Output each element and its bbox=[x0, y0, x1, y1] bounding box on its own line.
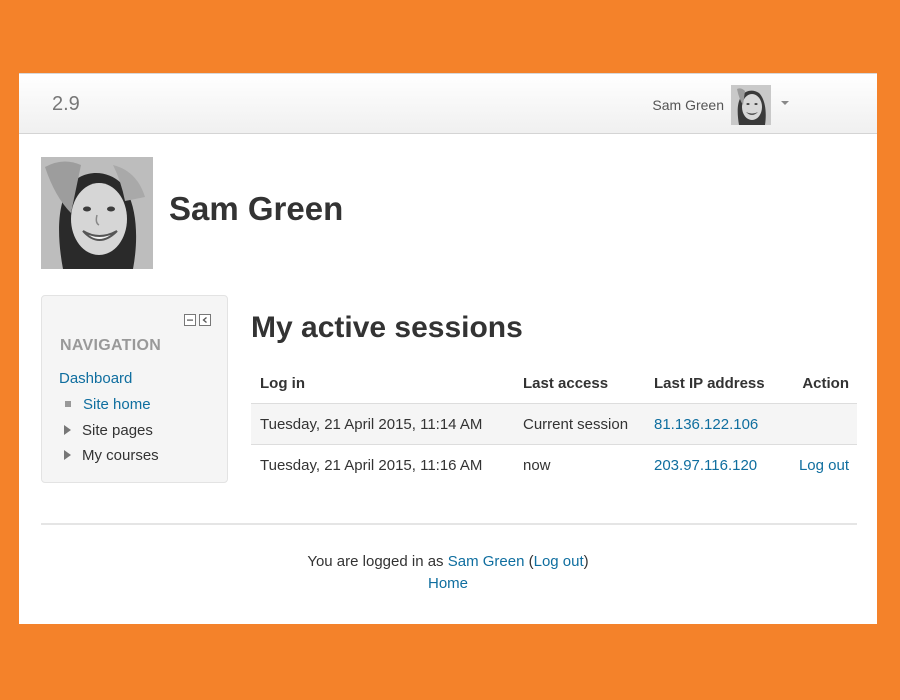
home-link-row: Home bbox=[19, 573, 877, 595]
moodle-page: 2.9 Sam Green Sam Green NAVIGATION Dashb… bbox=[19, 73, 877, 624]
nav-item-site-home[interactable]: Site home bbox=[64, 394, 151, 414]
cell-ip: 203.97.116.120 bbox=[645, 444, 787, 485]
column-header-last-access: Last access bbox=[514, 363, 645, 404]
block-title: NAVIGATION bbox=[60, 337, 162, 354]
chevron-down-icon[interactable] bbox=[781, 101, 789, 105]
cell-last-access: now bbox=[514, 444, 645, 485]
collapse-block-icon[interactable] bbox=[184, 314, 196, 326]
user-avatar[interactable] bbox=[731, 85, 771, 125]
footer-divider bbox=[41, 523, 857, 525]
expand-arrow-icon[interactable] bbox=[64, 450, 71, 460]
navigation-block: NAVIGATION Dashboard Site home Site page… bbox=[41, 295, 228, 483]
page-footer: You are logged in as Sam Green (Log out)… bbox=[19, 551, 877, 595]
section-title: My active sessions bbox=[251, 311, 523, 344]
sessions-table: Log in Last access Last IP address Actio… bbox=[251, 363, 857, 485]
cell-login: Tuesday, 21 April 2015, 11:16 AM bbox=[251, 444, 514, 485]
cell-last-access: Current session bbox=[514, 403, 645, 445]
nav-dashboard-link[interactable]: Dashboard bbox=[59, 370, 132, 387]
block-controls bbox=[184, 314, 211, 326]
cell-login: Tuesday, 21 April 2015, 11:14 AM bbox=[251, 403, 514, 445]
table-row: Tuesday, 21 April 2015, 11:16 AM now 203… bbox=[251, 444, 857, 485]
column-header-action: Action bbox=[787, 363, 857, 404]
expand-arrow-icon[interactable] bbox=[64, 425, 71, 435]
profile-picture bbox=[41, 157, 153, 269]
logout-session-link[interactable]: Log out bbox=[799, 457, 849, 474]
cell-ip: 81.136.122.106 bbox=[645, 403, 787, 445]
page-title: Sam Green bbox=[169, 190, 344, 227]
table-row: Tuesday, 21 April 2015, 11:14 AM Current… bbox=[251, 403, 857, 445]
close-paren: ) bbox=[583, 553, 589, 570]
cell-action: Log out bbox=[787, 444, 857, 485]
login-info-prefix: You are logged in as bbox=[307, 553, 444, 570]
footer-user-link[interactable]: Sam Green bbox=[448, 553, 525, 570]
user-menu-name[interactable]: Sam Green bbox=[652, 97, 724, 113]
ip-link[interactable]: 203.97.116.120 bbox=[654, 457, 757, 474]
cell-action bbox=[787, 403, 857, 445]
nav-item-site-pages[interactable]: Site pages bbox=[64, 420, 153, 440]
nav-item-label[interactable]: Site home bbox=[83, 396, 151, 413]
footer-home-link[interactable]: Home bbox=[428, 575, 468, 592]
table-header-row: Log in Last access Last IP address Actio… bbox=[251, 363, 857, 404]
login-info: You are logged in as Sam Green (Log out) bbox=[19, 551, 877, 573]
nav-item-label[interactable]: My courses bbox=[82, 447, 159, 464]
nav-item-my-courses[interactable]: My courses bbox=[64, 445, 159, 465]
bullet-icon bbox=[65, 401, 71, 407]
footer-logout-link[interactable]: Log out bbox=[534, 553, 584, 570]
ip-link[interactable]: 81.136.122.106 bbox=[654, 416, 758, 433]
user-menu[interactable]: Sam Green bbox=[652, 85, 789, 125]
column-header-login: Log in bbox=[251, 363, 514, 404]
open-paren: ( bbox=[524, 553, 534, 570]
column-header-ip: Last IP address bbox=[645, 363, 787, 404]
site-brand[interactable]: 2.9 bbox=[52, 93, 80, 116]
nav-item-label[interactable]: Site pages bbox=[82, 422, 153, 439]
top-navbar: 2.9 Sam Green bbox=[19, 73, 877, 134]
dock-block-icon[interactable] bbox=[199, 314, 211, 326]
